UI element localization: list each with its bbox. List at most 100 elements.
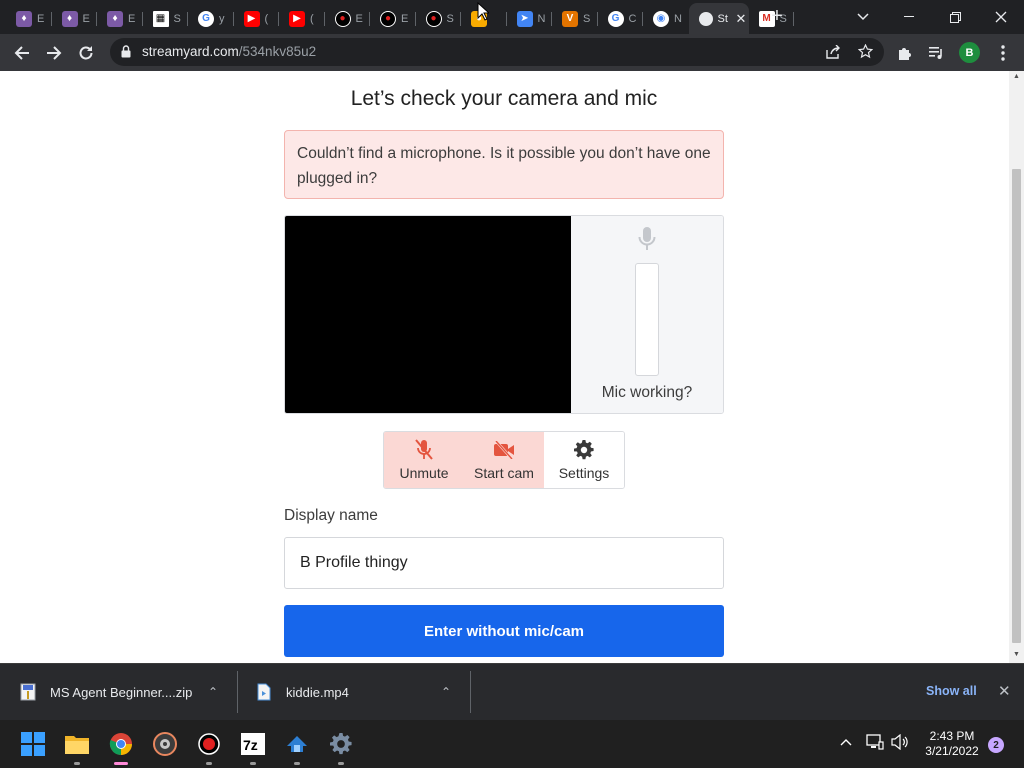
media-preview: Mic working? bbox=[284, 215, 724, 414]
start-button[interactable] bbox=[20, 731, 46, 757]
zip-icon bbox=[20, 683, 36, 701]
running-indicator bbox=[294, 762, 300, 765]
page-content: Let’s check your camera and mic Couldn’t… bbox=[0, 71, 1009, 663]
url-text: streamyard.com/534nkv85u2 bbox=[142, 44, 316, 59]
minimize-button[interactable] bbox=[886, 0, 932, 34]
reload-icon bbox=[79, 46, 93, 60]
unmute-button[interactable]: Unmute bbox=[384, 432, 464, 488]
gear-icon bbox=[330, 733, 352, 755]
youtube-icon: ▶ bbox=[243, 10, 260, 27]
taskbar-chrome[interactable] bbox=[108, 731, 134, 765]
running-indicator bbox=[338, 762, 344, 765]
browser-tab[interactable]: ▶( bbox=[234, 3, 280, 34]
taskbar-recorder[interactable] bbox=[196, 731, 222, 765]
show-hidden-icons-button[interactable] bbox=[840, 734, 852, 749]
browser-tab[interactable]: St ✕ bbox=[688, 3, 749, 34]
star-icon[interactable] bbox=[858, 44, 873, 59]
restore-button[interactable] bbox=[932, 0, 978, 34]
download-item[interactable]: MS Agent Beginner....zip ⌃ bbox=[20, 664, 230, 720]
taskbar-7zip[interactable]: 7z bbox=[240, 731, 266, 765]
playlist-icon bbox=[929, 47, 942, 59]
scroll-up-arrow-icon[interactable]: ▲ bbox=[1012, 73, 1021, 80]
browser-tab[interactable]: ● E bbox=[370, 3, 416, 34]
address-bar[interactable]: streamyard.com/534nkv85u2 bbox=[110, 38, 884, 66]
scrollbar-thumb[interactable] bbox=[1012, 169, 1021, 643]
browser-tab[interactable]: ● S bbox=[416, 3, 462, 34]
enter-without-mic-cam-button[interactable]: Enter without mic/cam bbox=[284, 605, 724, 657]
svg-text:7z: 7z bbox=[243, 737, 258, 753]
display-name-input[interactable] bbox=[284, 537, 724, 589]
browser-tab[interactable]: ▦ S bbox=[143, 3, 189, 34]
media-controls: Unmute Start cam Settings bbox=[383, 431, 625, 489]
download-filename: kiddie.mp4 bbox=[286, 684, 349, 700]
tab-title: E bbox=[401, 12, 409, 25]
profile-avatar[interactable]: B bbox=[959, 42, 980, 63]
puzzle-icon bbox=[899, 48, 911, 60]
reload-button[interactable] bbox=[73, 40, 99, 66]
chrome-menu-button[interactable] bbox=[990, 40, 1016, 66]
taskbar-network-app[interactable] bbox=[284, 731, 310, 765]
mic-off-icon bbox=[414, 439, 434, 461]
new-tab-button[interactable]: + bbox=[766, 5, 788, 27]
browser-tab[interactable]: ● E bbox=[325, 3, 371, 34]
tab-search-button[interactable] bbox=[840, 0, 886, 34]
volume-button[interactable] bbox=[891, 733, 909, 753]
mic-working-label: Mic working? bbox=[601, 384, 693, 401]
browser-tab[interactable]: ♦ E bbox=[6, 3, 52, 34]
browser-tab[interactable]: GC bbox=[598, 3, 644, 34]
chevron-up-icon[interactable]: ⌃ bbox=[208, 685, 218, 699]
tab-list: ♦ E ♦ E ♦ E ▦ S Gy ▶(▶(● E ● E ● S ● ➤ N V S G C ◉ N St ✕ M S bbox=[6, 3, 794, 34]
media-control-button[interactable] bbox=[924, 40, 950, 66]
record-icon: ● bbox=[425, 10, 442, 27]
running-indicator bbox=[250, 762, 256, 765]
chevron-up-icon[interactable]: ⌃ bbox=[441, 685, 451, 699]
share-icon[interactable] bbox=[826, 45, 841, 59]
wizard-icon: ♦ bbox=[107, 10, 123, 27]
browser-tab[interactable]: Gy bbox=[188, 3, 234, 34]
restore-icon bbox=[949, 11, 961, 23]
show-all-downloads-button[interactable]: Show all bbox=[926, 684, 977, 698]
browser-tab[interactable]: ♦ E bbox=[97, 3, 143, 34]
browser-tab[interactable]: ♦ E bbox=[52, 3, 98, 34]
folder-icon bbox=[65, 736, 89, 754]
tab-close-icon[interactable]: ✕ bbox=[736, 11, 747, 27]
browser-tab[interactable]: VS bbox=[552, 3, 598, 34]
tab-title: ( bbox=[264, 12, 269, 25]
tab-strip: ♦ E ♦ E ♦ E ▦ S Gy ▶(▶(● E ● E ● S ● ➤ N V S G C ◉ N St ✕ M S + bbox=[0, 0, 1024, 34]
camera-off-icon bbox=[493, 439, 515, 461]
page-scrollbar[interactable]: ▲ ▼ bbox=[1009, 71, 1024, 663]
network-status-button[interactable] bbox=[866, 734, 884, 753]
settings-button[interactable]: Settings bbox=[544, 432, 624, 488]
tab-title: St bbox=[717, 12, 728, 25]
scroll-down-arrow-icon[interactable]: ▼ bbox=[1012, 651, 1021, 658]
start-cam-button[interactable]: Start cam bbox=[464, 432, 544, 488]
download-item[interactable]: kiddie.mp4 ⌃ bbox=[256, 664, 466, 720]
running-indicator bbox=[114, 762, 128, 765]
system-clock[interactable]: 2:43 PM 3/21/2022 bbox=[920, 729, 984, 759]
close-shelf-icon[interactable]: ✕ bbox=[998, 682, 1011, 700]
close-window-button[interactable] bbox=[978, 0, 1024, 34]
back-button[interactable] bbox=[9, 40, 35, 66]
taskbar-file-explorer[interactable] bbox=[64, 731, 90, 765]
network-icon bbox=[287, 736, 307, 752]
record-icon bbox=[198, 733, 220, 755]
tab-title: E bbox=[355, 12, 363, 25]
unmute-label: Unmute bbox=[399, 465, 449, 481]
forward-button[interactable] bbox=[41, 40, 67, 66]
browser-tab[interactable]: ◉ N bbox=[643, 3, 689, 34]
tab-title: E bbox=[82, 12, 90, 25]
minimize-icon bbox=[904, 16, 914, 17]
extensions-button[interactable] bbox=[892, 40, 918, 66]
google-icon: G bbox=[198, 10, 214, 27]
browser-tab[interactable]: ➤ N bbox=[507, 3, 553, 34]
notification-badge[interactable]: 2 bbox=[988, 737, 1004, 753]
taskbar-media-app[interactable] bbox=[152, 731, 178, 757]
clock-time: 2:43 PM bbox=[929, 729, 975, 743]
google-icon: G bbox=[607, 10, 624, 27]
taskbar-settings[interactable] bbox=[328, 731, 354, 765]
tab-title: ( bbox=[310, 12, 314, 25]
running-indicator bbox=[206, 762, 212, 765]
7zip-icon: 7z bbox=[241, 733, 265, 755]
browser-tab[interactable]: ▶( bbox=[279, 3, 325, 34]
tab-title: S bbox=[446, 12, 454, 25]
